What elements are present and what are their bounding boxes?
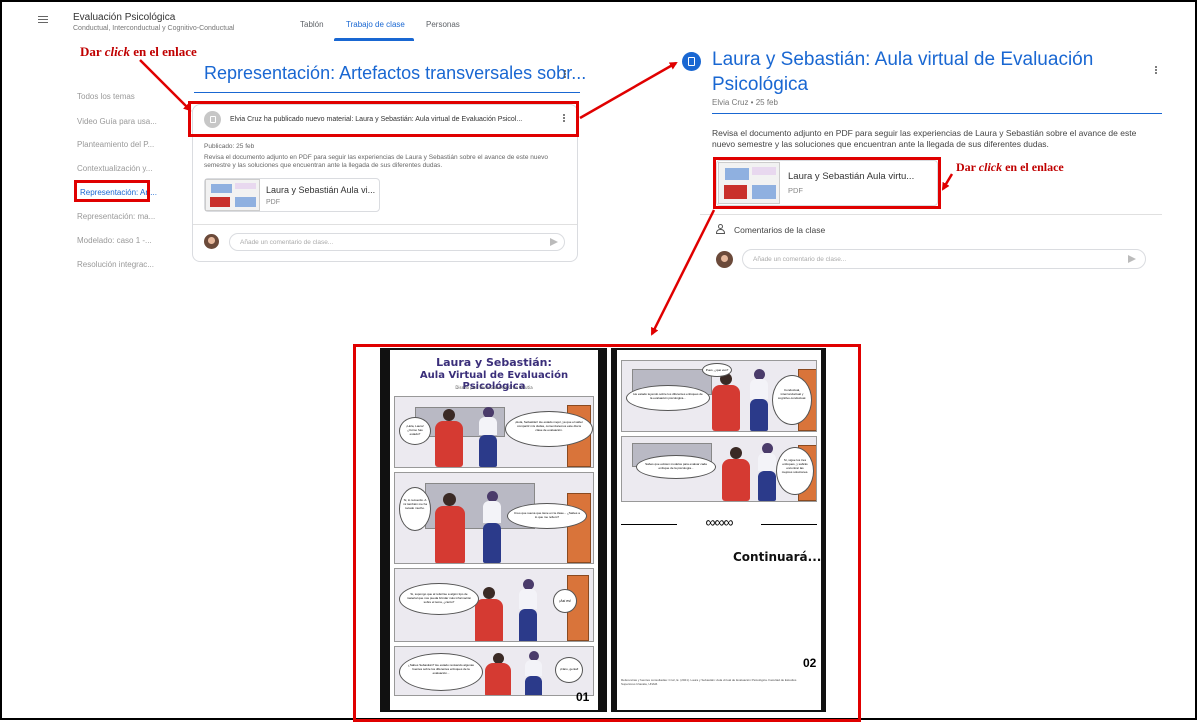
arrow-to-post — [139, 59, 192, 112]
annotation-arrows — [139, 59, 954, 336]
arrow-to-preview — [650, 209, 716, 336]
arrow-to-material — [579, 61, 678, 120]
arrow-to-attachment — [941, 173, 954, 191]
